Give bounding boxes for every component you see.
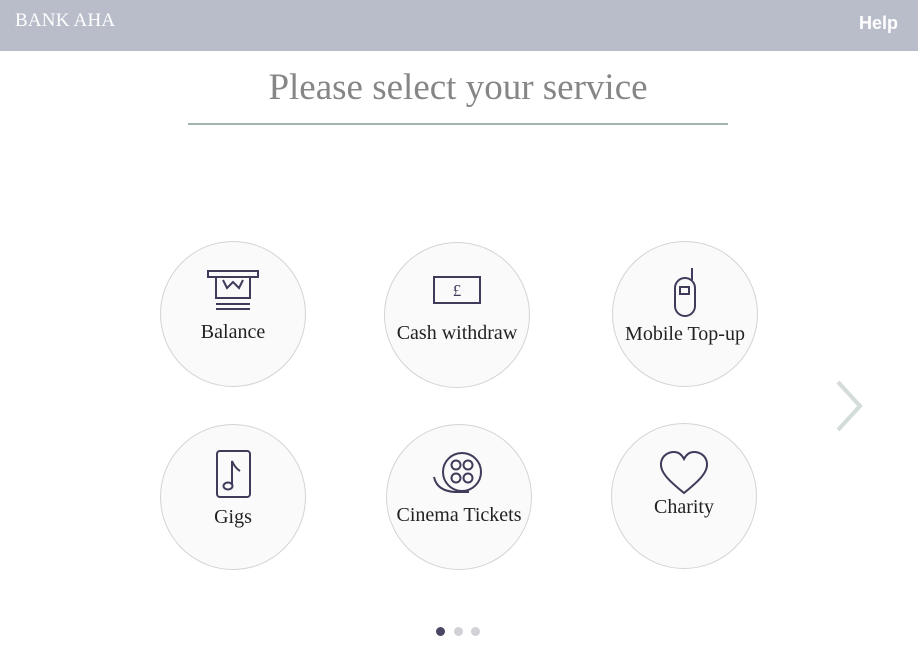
page-dot-3[interactable]: [471, 627, 480, 636]
page-dot-1[interactable]: [436, 627, 445, 636]
service-charity-label: Charity: [654, 496, 714, 518]
help-button[interactable]: Help: [859, 13, 898, 34]
mobile-phone-icon: [613, 266, 757, 324]
service-cinema-tickets-label: Cinema Tickets: [396, 504, 522, 526]
service-gigs-label: Gigs: [214, 506, 252, 528]
page-title: Please select your service: [268, 67, 648, 108]
banknote-symbol: £: [453, 281, 462, 300]
brand-logo: BANK AHA: [15, 10, 116, 31]
page-dot-2[interactable]: [454, 627, 463, 636]
service-mobile-topup-label: Mobile Top-up: [625, 323, 745, 345]
atm-receipt-icon: [161, 268, 305, 320]
service-cinema-tickets-button[interactable]: Cinema Tickets: [386, 424, 532, 570]
service-charity-button[interactable]: Charity: [611, 423, 757, 569]
service-mobile-topup-button[interactable]: Mobile Top-up: [612, 241, 758, 387]
heart-icon: [612, 450, 756, 500]
next-page-chevron-icon[interactable]: [832, 378, 868, 434]
service-balance-label: Balance: [200, 321, 266, 343]
service-cash-withdraw-button[interactable]: £ Cash withdraw: [384, 242, 530, 388]
film-reel-icon: [387, 451, 531, 501]
service-gigs-button[interactable]: Gigs: [160, 424, 306, 570]
service-cash-withdraw-label: Cash withdraw: [396, 322, 518, 344]
banknote-pound-icon: £: [385, 274, 529, 310]
service-balance-button[interactable]: Balance: [160, 241, 306, 387]
top-bar: BANK AHA Help: [0, 0, 918, 51]
music-note-icon: [161, 449, 305, 505]
title-divider: [188, 123, 728, 125]
